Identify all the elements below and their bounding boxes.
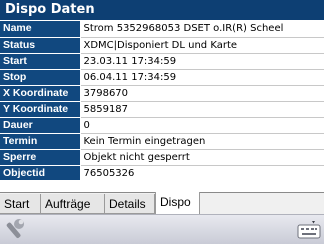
- field-value[interactable]: Objekt nicht gesperrt: [79, 149, 324, 166]
- tab-auftraege[interactable]: Aufträge: [41, 194, 105, 214]
- field-value[interactable]: 5859187: [79, 101, 324, 118]
- tab-details[interactable]: Details: [105, 194, 155, 214]
- table-row: Status XDMC|Disponiert DL und Karte: [0, 37, 324, 54]
- field-label: Sperre: [0, 149, 81, 166]
- field-value[interactable]: 0: [79, 117, 324, 134]
- field-value[interactable]: Strom 5352968053 DSET o.IR(R) Scheel: [79, 21, 324, 38]
- field-value[interactable]: Kein Termin eingetragen: [79, 133, 324, 150]
- tab-start[interactable]: Start: [0, 194, 41, 214]
- content-spacer: [0, 180, 324, 192]
- dispo-data-table: Name Strom 5352968053 DSET o.IR(R) Schee…: [0, 21, 324, 182]
- field-value[interactable]: 76505326: [79, 165, 324, 182]
- table-row: X Koordinate 3798670: [0, 85, 324, 102]
- field-value[interactable]: 3798670: [79, 85, 324, 102]
- field-label: Name: [0, 21, 81, 38]
- field-value[interactable]: XDMC|Disponiert DL und Karte: [79, 37, 324, 54]
- field-value[interactable]: 23.03.11 17:34:59: [79, 53, 324, 70]
- tool-wrench-icon[interactable]: [2, 218, 28, 242]
- field-label: Objectid: [0, 165, 81, 182]
- table-row: Dauer 0: [0, 117, 324, 134]
- field-label: X Koordinate: [0, 85, 81, 102]
- field-label: Termin: [0, 133, 81, 150]
- field-label: Start: [0, 53, 81, 70]
- table-row: Y Koordinate 5859187: [0, 101, 324, 118]
- field-label: Stop: [0, 69, 81, 86]
- field-label: Status: [0, 37, 81, 54]
- table-row: Name Strom 5352968053 DSET o.IR(R) Schee…: [0, 21, 324, 38]
- bottom-toolbar: [0, 214, 324, 244]
- table-row: Objectid 76505326: [0, 165, 324, 182]
- table-row: Sperre Objekt nicht gesperrt: [0, 149, 324, 166]
- table-row: Termin Kein Termin eingetragen: [0, 133, 324, 150]
- field-value[interactable]: 06.04.11 17:34:59: [79, 69, 324, 86]
- table-row: Stop 06.04.11 17:34:59: [0, 69, 324, 86]
- tab-dispo[interactable]: Dispo: [155, 192, 200, 215]
- field-label: Dauer: [0, 117, 81, 134]
- keyboard-icon[interactable]: [296, 218, 322, 242]
- window-title: Dispo Daten: [0, 0, 324, 20]
- table-row: Start 23.03.11 17:34:59: [0, 53, 324, 70]
- field-label: Y Koordinate: [0, 101, 81, 118]
- tab-bar: Start Aufträge Details Dispo: [0, 192, 324, 215]
